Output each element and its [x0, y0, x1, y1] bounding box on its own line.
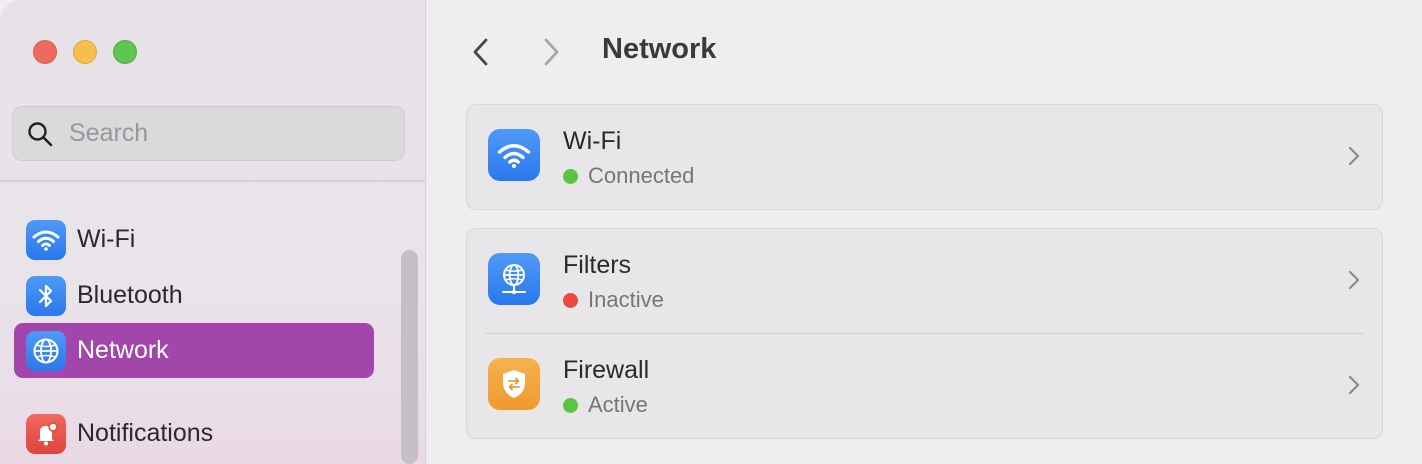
chevron-right-icon	[544, 38, 559, 66]
wifi-icon	[26, 219, 66, 260]
sidebar-scrollbar[interactable]	[401, 250, 418, 464]
settings-window: Wi-Fi Bluetooth Network	[0, 0, 1422, 464]
status-text: Inactive	[588, 287, 664, 312]
sidebar-item-network[interactable]: Network	[14, 323, 374, 378]
chevron-right-icon	[1348, 375, 1360, 395]
row-status: Connected	[563, 163, 694, 189]
minimize-button[interactable]	[73, 40, 97, 64]
wifi-icon	[488, 129, 540, 181]
row-title: Filters	[563, 251, 632, 279]
sidebar-item-bluetooth[interactable]: Bluetooth	[14, 268, 374, 323]
close-button[interactable]	[33, 40, 57, 64]
sidebar-item-label: Notifications	[77, 419, 214, 447]
globe-icon	[26, 330, 66, 371]
list-row-wifi[interactable]: Wi-Fi Connected	[467, 105, 1382, 209]
bell-icon	[26, 413, 66, 454]
back-button[interactable]	[463, 34, 499, 70]
status-dot	[563, 397, 578, 413]
row-status: Inactive	[563, 287, 664, 313]
wifi-group: Wi-Fi Connected	[466, 104, 1383, 210]
sidebar-item-label: Wi-Fi	[77, 225, 136, 253]
status-text: Active	[588, 392, 648, 417]
chevron-left-icon	[473, 38, 488, 66]
shield-icon	[488, 358, 540, 410]
search-input[interactable]	[67, 118, 371, 149]
chevron-right-icon	[1348, 146, 1360, 166]
zoom-button[interactable]	[113, 40, 137, 64]
traffic-lights	[33, 40, 137, 64]
bluetooth-icon	[26, 275, 66, 316]
search-icon	[28, 121, 53, 146]
row-title: Wi-Fi	[563, 127, 622, 155]
sidebar-item-label: Bluetooth	[77, 281, 183, 309]
globe-filter-icon	[488, 253, 540, 305]
sidebar-item-label: Network	[77, 336, 169, 364]
status-text: Connected	[588, 163, 695, 188]
security-group: Filters Inactive Firewall Active	[466, 228, 1383, 439]
chevron-right-icon	[1348, 270, 1360, 290]
sidebar: Wi-Fi Bluetooth Network	[0, 0, 426, 464]
status-dot	[563, 292, 578, 308]
list-row-filters[interactable]: Filters Inactive	[467, 229, 1382, 333]
row-status: Active	[563, 392, 648, 418]
status-dot	[563, 168, 578, 184]
forward-button[interactable]	[533, 34, 569, 70]
sidebar-item-wifi[interactable]: Wi-Fi	[14, 212, 374, 267]
main-pane: Network Wi-Fi Connected Filters Inactive…	[426, 0, 1422, 464]
list-row-firewall[interactable]: Firewall Active	[467, 334, 1382, 438]
row-title: Firewall	[563, 356, 650, 384]
sidebar-item-notifications[interactable]: Notifications	[14, 406, 374, 461]
page-title: Network	[602, 33, 717, 65]
sidebar-separator	[0, 180, 425, 182]
search-field[interactable]	[12, 106, 405, 161]
